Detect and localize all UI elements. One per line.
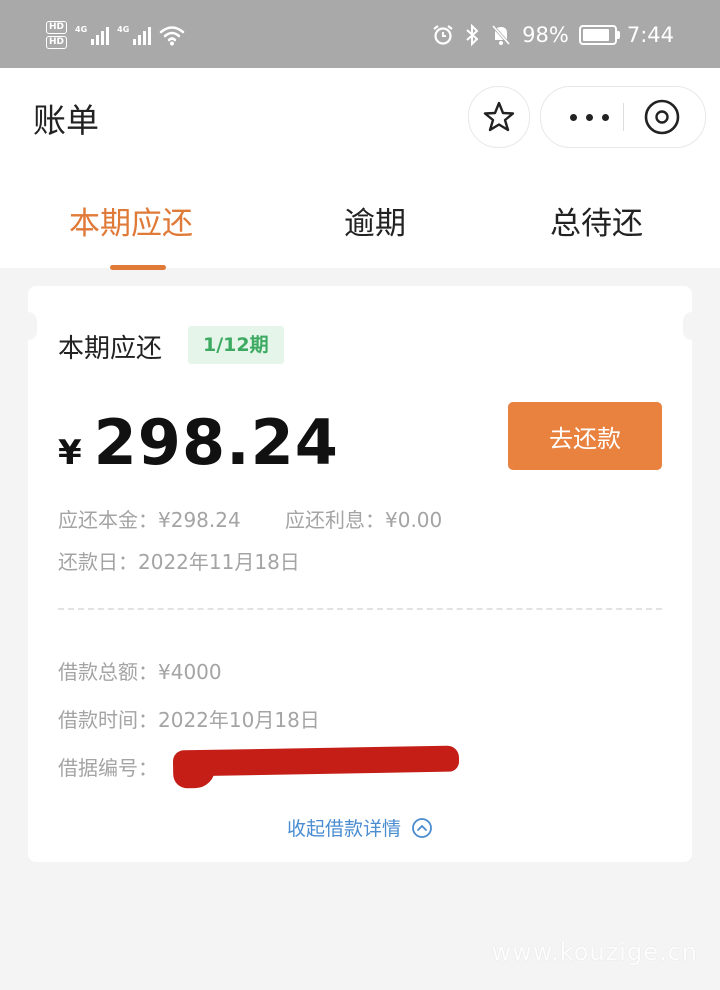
mute-bell-icon [492, 25, 511, 45]
interest-due: 应还利息：¥0.00 [285, 508, 443, 532]
collapse-label: 收起借款详情 [286, 818, 401, 840]
battery-percent: 98% [522, 23, 569, 47]
battery-icon [578, 25, 620, 45]
currency-symbol: ¥ [58, 433, 82, 473]
close-circle-icon [644, 99, 680, 135]
close-button[interactable] [643, 98, 681, 136]
tab-total-pending[interactable]: 总待还 [550, 198, 643, 243]
loan-number-label: 借据编号： [58, 756, 158, 780]
tab-current-due[interactable]: 本期应还 [69, 198, 193, 243]
star-icon [483, 101, 515, 132]
mini-program-capsule [540, 86, 706, 148]
card-notch-right [683, 312, 701, 340]
capsule-divider [623, 103, 624, 131]
collapse-details-link[interactable]: 收起借款详情 [28, 814, 692, 841]
signal-icon: 4G [75, 25, 110, 45]
amount-due: ¥ 298.24 [58, 406, 339, 479]
repay-button[interactable]: 去还款 [508, 402, 662, 470]
period-badge: 1/12期 [188, 326, 284, 364]
page-title: 账单 [33, 101, 99, 140]
tab-overdue[interactable]: 逾期 [344, 198, 406, 243]
watermark: www.kouzige.cn [491, 938, 698, 966]
clock: 7:44 [626, 23, 674, 47]
redaction-mark [172, 745, 460, 777]
due-date: 还款日：2022年11月18日 [58, 550, 300, 574]
signal-icon: 4G [117, 25, 152, 45]
wifi-icon [160, 26, 185, 46]
principal-due: 应还本金：¥298.24 [58, 508, 241, 532]
favorite-button[interactable] [468, 86, 530, 148]
bill-title: 本期应还 [58, 334, 163, 364]
page-header: 账单 本期应还 逾期 总待还 [0, 68, 720, 270]
bluetooth-icon [466, 23, 479, 47]
loan-time: 借款时间：2022年10月18日 [58, 708, 320, 732]
dot-icon [585, 113, 593, 121]
dot-icon [601, 113, 609, 121]
alarm-icon [433, 25, 453, 45]
dashed-divider [58, 608, 662, 610]
tab-bar: 本期应还 逾期 总待还 [0, 188, 720, 270]
hd-icon: HD HD [46, 21, 68, 49]
system-indicators: 98% 7:44 [432, 18, 674, 52]
loan-total: 借款总额：¥4000 [58, 660, 222, 684]
network-indicators: HD HD 4G 4G [46, 20, 185, 50]
chevron-up-icon [412, 817, 432, 838]
more-button[interactable] [561, 107, 617, 127]
amount-value: 298.24 [93, 406, 339, 479]
dot-icon [569, 113, 577, 121]
active-tab-indicator [110, 265, 166, 270]
bill-card: 本期应还 1/12期 ¥ 298.24 去还款 应还本金：¥298.24 应还利… [28, 286, 692, 862]
card-notch-left [19, 312, 37, 340]
status-bar: HD HD 4G 4G 98% 7:44 [0, 0, 720, 68]
